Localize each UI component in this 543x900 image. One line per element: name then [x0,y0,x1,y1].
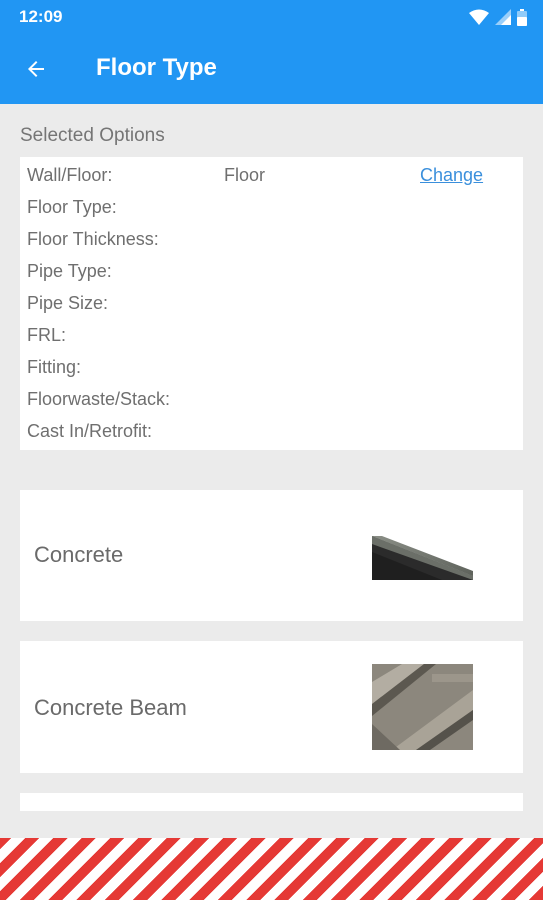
floor-type-label: Concrete [34,542,124,567]
floor-type-card-concrete[interactable]: Concrete [20,490,523,621]
signal-icon [495,9,511,25]
wifi-icon [469,9,489,25]
selected-options-card: Wall/Floor: Floor Change Floor Type: Flo… [20,157,523,450]
option-label-fitting: Fitting: [27,357,82,377]
concrete-slab-image [372,536,473,580]
option-label-floor-type: Floor Type: [27,197,117,217]
arrow-left-icon [28,61,44,77]
option-label-pipe-size: Pipe Size: [27,293,109,313]
floor-type-card-concrete-beam[interactable]: Concrete Beam [20,641,523,773]
option-label-floor-thickness: Floor Thickness: [27,229,159,249]
option-label-wall-floor: Wall/Floor: [27,165,113,185]
app-bar: Floor Type [0,34,543,104]
option-label-frl: FRL: [27,325,67,345]
floor-type-card-partial[interactable] [20,793,523,811]
status-icons [469,7,527,27]
option-label-cast-in-retrofit: Cast In/Retrofit: [27,421,153,441]
page-title: Floor Type [96,54,217,81]
option-label-pipe-type: Pipe Type: [27,261,112,281]
status-bar: 12:09 [0,0,543,34]
floor-type-label: Concrete Beam [34,695,187,720]
option-label-floorwaste-stack: Floorwaste/Stack: [27,389,171,409]
concrete-beam-image [372,664,473,750]
status-time: 12:09 [19,7,63,26]
striped-banner [0,838,543,900]
back-button[interactable] [12,45,60,93]
option-value-wall-floor: Floor [224,165,266,185]
battery-icon [517,8,527,26]
change-link[interactable]: Change [420,165,483,186]
selected-options-heading: Selected Options [20,125,165,146]
